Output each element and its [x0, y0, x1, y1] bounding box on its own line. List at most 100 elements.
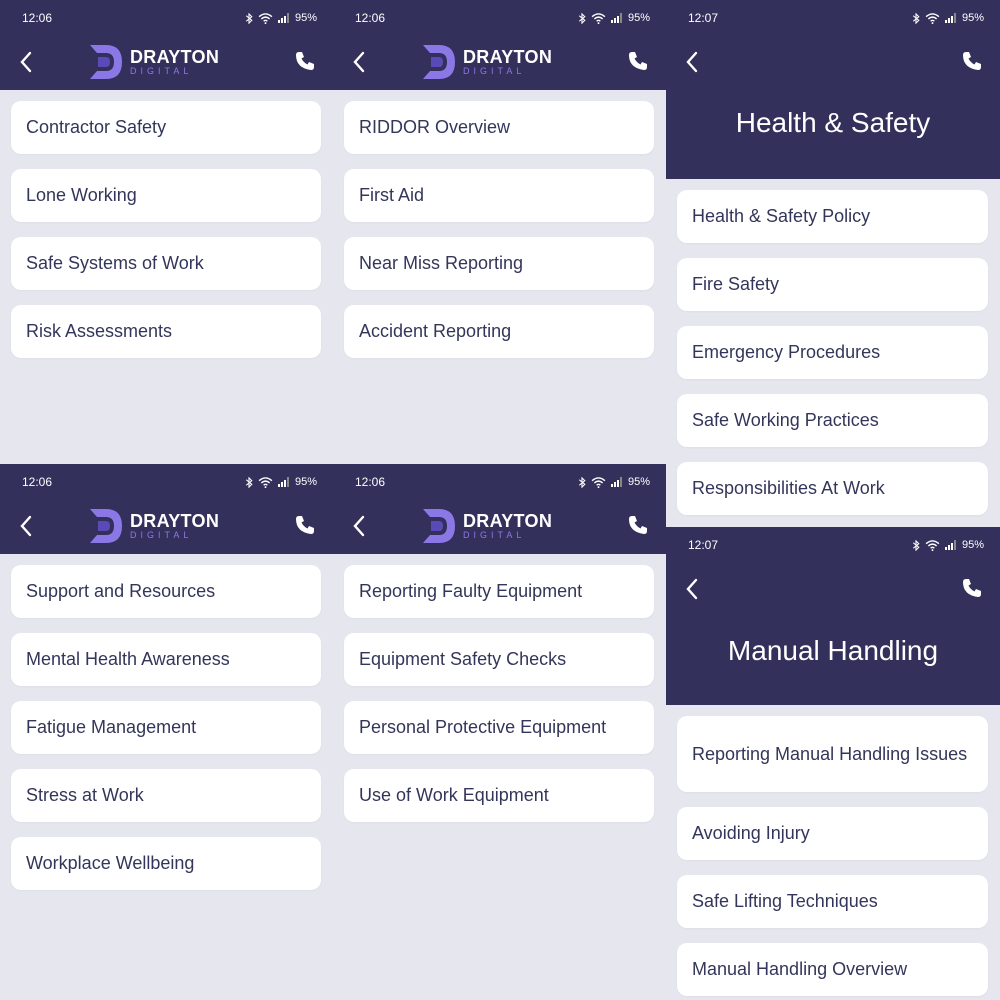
logo-wordmark: DRAYTON — [463, 511, 553, 531]
signal-icon — [944, 540, 956, 550]
signal-icon — [610, 13, 622, 23]
list-item[interactable]: Personal Protective Equipment — [344, 701, 654, 754]
chevron-left-icon[interactable] — [684, 50, 700, 74]
status-time: 12:06 — [22, 475, 53, 489]
app-header: 12:06 95% DRAYTON DIGITAL — [0, 464, 333, 554]
battery-level: 95% — [294, 476, 317, 488]
list-item[interactable]: First Aid — [344, 169, 654, 222]
screen-1: 12:06 95% DRAYTON DIGITAL Contractor Saf… — [0, 0, 333, 464]
phone-icon[interactable] — [628, 51, 648, 71]
phone-icon[interactable] — [962, 578, 982, 598]
battery-level: 95% — [961, 12, 984, 24]
wifi-icon — [925, 12, 940, 24]
logo-wordmark: DRAYTON — [130, 47, 220, 67]
logo-mark — [423, 509, 455, 543]
logo-subtext: DIGITAL — [463, 66, 526, 76]
list-item[interactable]: Near Miss Reporting — [344, 237, 654, 290]
list-item[interactable]: Emergency Procedures — [677, 326, 988, 379]
status-time: 12:07 — [688, 538, 719, 552]
chevron-left-icon[interactable] — [351, 50, 367, 74]
chevron-left-icon[interactable] — [18, 50, 34, 74]
signal-icon — [610, 477, 622, 487]
list-item[interactable]: Health & Safety Policy — [677, 190, 988, 243]
list-item[interactable]: Safe Lifting Techniques — [677, 875, 988, 928]
phone-icon[interactable] — [295, 51, 315, 71]
signal-icon — [944, 13, 956, 23]
list-item[interactable]: Stress at Work — [11, 769, 321, 822]
bluetooth-icon — [578, 476, 586, 488]
battery-level: 95% — [294, 12, 317, 24]
list-item[interactable]: Responsibilities At Work — [677, 462, 988, 515]
app-header: 12:06 95% DRAYTON DIGITAL — [333, 464, 666, 554]
chevron-left-icon[interactable] — [351, 514, 367, 538]
phone-icon[interactable] — [295, 515, 315, 535]
bluetooth-icon — [912, 539, 920, 551]
list-item[interactable]: Use of Work Equipment — [344, 769, 654, 822]
bluetooth-icon — [245, 12, 253, 24]
battery-level: 95% — [627, 476, 650, 488]
drayton-digital-logo: DRAYTON DIGITAL — [88, 504, 219, 548]
status-time: 12:06 — [355, 11, 386, 25]
logo-mark — [90, 45, 122, 79]
signal-icon — [277, 477, 289, 487]
logo-wordmark: DRAYTON — [463, 47, 553, 67]
screen-2: 12:06 95% DRAYTON DIGITAL RIDDOR Overvie… — [333, 0, 666, 464]
logo-subtext: DIGITAL — [130, 530, 193, 540]
drayton-digital-logo: DRAYTON DIGITAL — [421, 40, 552, 84]
drayton-digital-logo: DRAYTON DIGITAL — [421, 504, 552, 548]
wifi-icon — [925, 539, 940, 551]
status-bar: 12:06 95% — [0, 464, 333, 500]
app-header: 12:06 95% DRAYTON DIGITAL — [333, 0, 666, 90]
status-bar: 12:06 95% — [333, 464, 666, 500]
logo-mark — [423, 45, 455, 79]
list-item[interactable]: Accident Reporting — [344, 305, 654, 358]
list-item[interactable]: Workplace Wellbeing — [11, 837, 321, 890]
logo-wordmark: DRAYTON — [130, 511, 220, 531]
list-item[interactable]: Reporting Faulty Equipment — [344, 565, 654, 618]
list-item[interactable]: Manual Handling Overview — [677, 943, 988, 996]
chevron-left-icon[interactable] — [18, 514, 34, 538]
wifi-icon — [258, 476, 273, 488]
list-item[interactable]: Lone Working — [11, 169, 321, 222]
phone-icon[interactable] — [628, 515, 648, 535]
page-title: Manual Handling — [727, 635, 939, 666]
list-item[interactable]: Fire Safety — [677, 258, 988, 311]
wifi-icon — [591, 476, 606, 488]
battery-level: 95% — [627, 12, 650, 24]
list-item[interactable]: RIDDOR Overview — [344, 101, 654, 154]
bluetooth-icon — [245, 476, 253, 488]
status-bar: 12:06 95% — [333, 0, 666, 36]
status-bar: 12:07 95% — [666, 527, 1000, 563]
list-item[interactable]: Mental Health Awareness — [11, 633, 321, 686]
bluetooth-icon — [578, 12, 586, 24]
list-item[interactable]: Contractor Safety — [11, 101, 321, 154]
logo-subtext: DIGITAL — [130, 66, 193, 76]
logo-subtext: DIGITAL — [463, 530, 526, 540]
status-bar: 12:06 95% — [0, 0, 333, 36]
list-item[interactable]: Avoiding Injury — [677, 807, 988, 860]
list-item[interactable]: Safe Systems of Work — [11, 237, 321, 290]
status-time: 12:06 — [22, 11, 53, 25]
screen-5: 12:06 95% DRAYTON DIGITAL Reporting Faul… — [333, 464, 666, 1000]
list-item[interactable]: Equipment Safety Checks — [344, 633, 654, 686]
chevron-left-icon[interactable] — [684, 577, 700, 601]
list-item[interactable]: Support and Resources — [11, 565, 321, 618]
list-item[interactable]: Fatigue Management — [11, 701, 321, 754]
screen-4: 12:06 95% DRAYTON DIGITAL Support and Re… — [0, 464, 333, 1000]
app-header: 12:07 95% Manual Handling — [666, 527, 1000, 705]
app-header: 12:07 95% Health & Safety — [666, 0, 1000, 179]
status-time: 12:07 — [688, 11, 719, 25]
wifi-icon — [258, 12, 273, 24]
app-header: 12:06 95% DRAYTON DIGITAL — [0, 0, 333, 90]
list-item[interactable]: Risk Assessments — [11, 305, 321, 358]
screen-3: 12:07 95% Health & Safety Health & Safet… — [666, 0, 1000, 527]
phone-icon[interactable] — [962, 51, 982, 71]
list-item[interactable]: Safe Working Practices — [677, 394, 988, 447]
status-time: 12:06 — [355, 475, 386, 489]
signal-icon — [277, 13, 289, 23]
drayton-digital-logo: DRAYTON DIGITAL — [88, 40, 219, 84]
battery-level: 95% — [961, 539, 984, 551]
list-item[interactable]: Reporting Manual Handling Issues — [677, 716, 988, 792]
logo-mark — [90, 509, 122, 543]
page-title: Health & Safety — [735, 107, 931, 138]
